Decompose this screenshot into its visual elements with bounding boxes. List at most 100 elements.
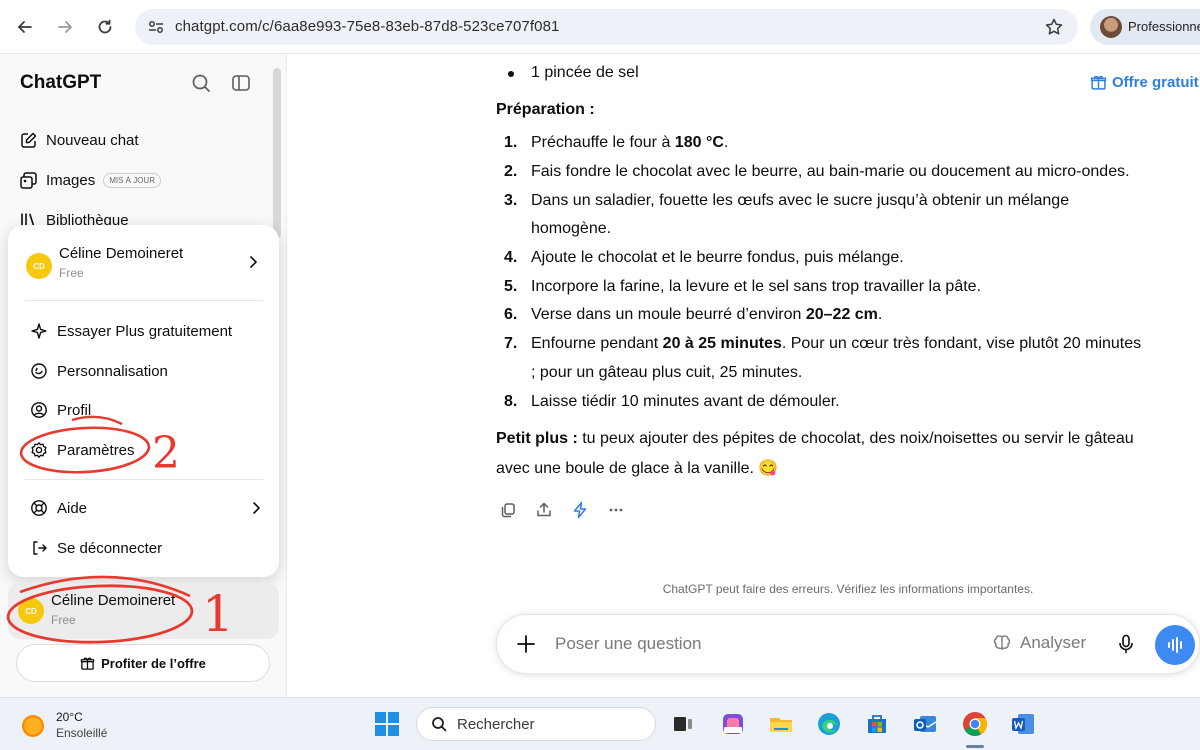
regenerate-lightning-icon[interactable] <box>568 498 592 522</box>
microphone-icon[interactable] <box>1115 633 1137 655</box>
step-text: Dans un saladier, fouette les œufs avec … <box>531 192 1070 209</box>
profile-menu: CD Céline Demoineret Free Essayer Plus g… <box>8 225 279 577</box>
back-icon[interactable] <box>12 14 38 40</box>
menu-item-personalization[interactable]: Personnalisation <box>30 359 168 383</box>
disclaimer-text: ChatGPT peut faire des erreurs. Vérifiez… <box>662 582 1034 596</box>
menu-item-label: Essayer Plus gratuitement <box>57 322 233 340</box>
address-bar[interactable]: chatgpt.com/c/6aa8e993-75e8-83eb-87d8-52… <box>135 9 1078 45</box>
site-info-icon[interactable] <box>147 18 165 36</box>
chat-area: Offre gratuit 1 pincée de sel Préparatio… <box>288 54 1200 697</box>
outlook-icon[interactable] <box>910 709 940 739</box>
step-text: homogène. <box>531 220 612 237</box>
menu-divider <box>25 479 263 480</box>
plus-icon[interactable] <box>515 633 537 655</box>
ingredient-line: 1 pincée de sel <box>531 64 639 81</box>
browser-profile-button[interactable]: Professionne <box>1090 9 1200 45</box>
help-icon <box>31 500 47 516</box>
windows-taskbar: 20°C Ensoleillé Rechercher <box>0 697 1200 750</box>
edit-icon <box>21 132 37 148</box>
search-icon[interactable] <box>190 72 212 94</box>
menu-item-settings[interactable]: Paramètres <box>30 438 135 462</box>
step-text: Ajoute le chocolat et le beurre fondus, … <box>531 249 904 266</box>
profile-icon <box>31 402 47 418</box>
profile-avatar <box>1100 16 1122 38</box>
step-text: Enfourne pendant 20 à 25 minutes. Pour u… <box>531 335 1142 352</box>
copy-icon[interactable] <box>496 498 520 522</box>
sidebar-toggle-icon[interactable] <box>230 72 252 94</box>
tip-line: Petit plus : tu peux ajouter des pépites… <box>496 430 1134 447</box>
updated-badge: MIS À JOUR <box>103 172 161 188</box>
user-name: Céline Demoineret <box>59 245 184 262</box>
sidebar-item-new-chat[interactable]: Nouveau chat <box>19 128 139 152</box>
brain-icon <box>993 635 1011 650</box>
step-text: ; pour un gâteau plus cuit, 25 minutes. <box>531 364 803 381</box>
menu-item-label: Profil <box>57 401 92 419</box>
message-composer[interactable]: Poser une question Analyser <box>496 614 1200 674</box>
task-view-icon[interactable] <box>668 709 698 739</box>
upgrade-offer-button[interactable]: Profiter de l’offre <box>16 644 270 682</box>
sidebar-item-images[interactable]: Images MIS À JOUR <box>19 168 161 192</box>
free-offer-link[interactable]: Offre gratuit <box>1090 74 1199 91</box>
menu-user-row[interactable]: CD Céline Demoineret Free <box>26 245 261 285</box>
weather-widget[interactable]: 20°C Ensoleillé <box>22 710 142 740</box>
word-icon[interactable] <box>1008 709 1038 739</box>
forward-icon[interactable] <box>52 14 78 40</box>
step-number: 4. <box>504 249 518 266</box>
microsoft-store-icon[interactable] <box>862 709 892 739</box>
voice-mode-button[interactable] <box>1155 625 1195 665</box>
reload-icon[interactable] <box>92 14 118 40</box>
sparkle-icon <box>31 323 47 339</box>
avatar: CD <box>26 253 52 279</box>
step-number: 6. <box>504 306 518 323</box>
browser-toolbar: chatgpt.com/c/6aa8e993-75e8-83eb-87d8-52… <box>0 0 1200 54</box>
chrome-icon[interactable] <box>960 709 990 739</box>
chevron-right-icon <box>250 256 257 268</box>
menu-item-logout[interactable]: Se déconnecter <box>30 536 162 560</box>
images-icon <box>20 171 37 189</box>
settings-icon <box>31 442 47 458</box>
composer-input[interactable]: Poser une question <box>555 634 702 654</box>
sidebar-title[interactable]: ChatGPT <box>20 72 101 94</box>
user-plan: Free <box>59 266 84 280</box>
url-text[interactable]: chatgpt.com/c/6aa8e993-75e8-83eb-87d8-52… <box>175 18 559 35</box>
menu-item-label: Personnalisation <box>57 362 168 380</box>
windows-start-icon[interactable] <box>372 709 402 739</box>
search-icon <box>432 717 447 732</box>
step-number: 2. <box>504 163 518 180</box>
menu-item-try-plus[interactable]: Essayer Plus gratuitement <box>30 319 232 343</box>
file-explorer-icon[interactable] <box>766 709 796 739</box>
weather-temperature: 20°C <box>56 710 83 724</box>
taskbar-search[interactable]: Rechercher <box>416 707 656 741</box>
share-icon[interactable] <box>532 498 556 522</box>
more-options-icon[interactable] <box>604 498 628 522</box>
menu-item-label: Se déconnecter <box>57 539 163 557</box>
menu-divider <box>25 300 263 301</box>
menu-item-profile[interactable]: Profil <box>30 398 91 422</box>
sidebar-scrollbar[interactable] <box>273 68 281 238</box>
bullet-dot <box>508 71 514 77</box>
step-number: 1. <box>504 134 518 151</box>
bookmark-star-icon[interactable] <box>1044 17 1064 37</box>
chevron-right-icon <box>253 502 260 514</box>
step-number: 3. <box>504 192 518 209</box>
avatar: CD <box>18 598 44 624</box>
upgrade-offer-label: Profiter de l’offre <box>101 655 206 671</box>
sidebar-item-label: Nouveau chat <box>46 131 139 149</box>
m365-copilot-icon[interactable] <box>718 709 748 739</box>
step-text: Préchauffe le four à 180 °C. <box>531 134 729 151</box>
step-text: Verse dans un moule beurré d’environ 20–… <box>531 306 883 323</box>
gift-icon <box>1090 75 1107 90</box>
taskbar-search-label: Rechercher <box>457 715 535 733</box>
step-text: Incorpore la farine, la levure et le sel… <box>531 278 982 295</box>
edge-browser-icon[interactable] <box>814 709 844 739</box>
step-text: Laisse tiédir 10 minutes avant de démoul… <box>531 393 840 410</box>
gift-icon <box>80 657 95 670</box>
menu-item-help[interactable]: Aide <box>30 496 87 520</box>
user-plan: Free <box>51 613 76 627</box>
sidebar-user-button[interactable]: CD Céline Demoineret Free <box>8 583 279 639</box>
personalization-icon <box>31 363 47 379</box>
tip-line: avec une boule de glace à la vanille. 😋 <box>496 460 779 477</box>
logout-icon <box>33 541 47 555</box>
analyze-button[interactable]: Analyser <box>992 633 1086 653</box>
sun-icon <box>22 715 44 737</box>
